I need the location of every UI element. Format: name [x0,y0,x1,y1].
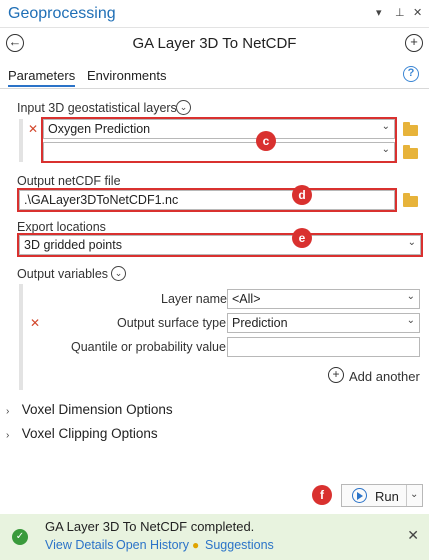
lightbulb-icon: ● [192,538,200,552]
pane-titlebar: Geoprocessing ▾ ⊥ ✕ [0,0,429,28]
dropdown-arrow-icon[interactable]: ⌄ [382,121,390,132]
expand-icon[interactable]: ⌄ [176,100,191,115]
input-layer-field-1[interactable]: Oxygen Prediction ⌄ [43,119,395,139]
status-bar: ✓ GA Layer 3D To NetCDF completed. View … [0,514,429,560]
help-icon[interactable]: ? [403,66,419,82]
plus-circle-icon[interactable]: + [328,367,344,383]
error-x-icon[interactable]: ✕ [28,122,38,136]
dropdown-arrow-icon[interactable]: ⌄ [407,315,415,326]
folder-icon[interactable] [403,193,418,207]
output-file-label: Output netCDF file [17,174,121,188]
input-layer-field-2[interactable]: ⌄ [43,142,395,162]
run-split-divider [406,485,407,506]
suggestions-link[interactable]: Suggestions [205,538,274,552]
callout-f: f [312,485,332,505]
quantile-input[interactable] [227,337,420,357]
status-message: GA Layer 3D To NetCDF completed. [45,519,255,534]
dropdown-arrow-icon[interactable]: ⌄ [408,237,416,248]
folder-icon[interactable] [403,122,418,136]
callout-c: c [256,131,276,151]
quantile-label: Quantile or probability value [71,340,226,354]
pane-close-icon[interactable]: ✕ [413,6,422,19]
surface-type-select[interactable]: Prediction ⌄ [227,313,420,333]
layer-name-select[interactable]: <All> ⌄ [227,289,420,309]
export-locations-select[interactable]: 3D gridded points ⌄ [19,235,421,255]
run-button[interactable]: Run ⌄ [341,484,423,507]
close-icon[interactable]: ✕ [407,527,419,544]
tab-strip: Parameters Environments ? [0,64,429,90]
play-icon [352,488,367,503]
run-label: Run [375,489,399,504]
export-locations-label: Export locations [17,220,106,234]
tab-environments[interactable]: Environments [87,68,166,83]
section-voxel-clipping-options[interactable]: › Voxel Clipping Options [6,426,158,441]
section-label: Voxel Clipping Options [21,426,158,441]
error-x-icon[interactable]: ✕ [30,316,40,330]
add-icon[interactable]: + [405,34,423,52]
dropdown-arrow-icon[interactable]: ⌄ [382,144,390,155]
output-file-input[interactable]: .\GALayer3DToNetCDF1.nc [19,190,395,210]
tool-title: GA Layer 3D To NetCDF [132,35,297,52]
dropdown-arrow-icon[interactable]: ⌄ [407,291,415,302]
tab-parameters[interactable]: Parameters [8,68,76,87]
output-variables-label: Output variables [17,267,109,281]
add-another-link[interactable]: Add another [349,369,420,384]
pin-icon[interactable]: ⊥ [395,6,405,19]
surface-type-label: Output surface type [117,316,227,330]
view-details-link[interactable]: View Details [45,538,114,552]
surface-type-value: Prediction [232,316,288,330]
tab-divider [0,88,429,89]
pane-title: Geoprocessing [8,5,116,22]
input-layers-label: Input 3D geostatistical layers [17,101,177,115]
chevron-right-icon: › [6,406,10,417]
callout-d: d [292,185,312,205]
section-label: Voxel Dimension Options [21,402,173,417]
input-layer-value-1: Oxygen Prediction [48,122,151,136]
output-file-value: .\GALayer3DToNetCDF1.nc [24,193,179,207]
chevron-right-icon: › [6,430,10,441]
run-options-arrow-icon[interactable]: ⌄ [410,489,418,500]
export-locations-value: 3D gridded points [24,238,122,252]
success-icon: ✓ [12,529,28,545]
expand-icon[interactable]: ⌄ [111,266,126,281]
group-bar [19,284,23,390]
group-bar [19,119,23,162]
layer-name-label: Layer name [161,292,228,306]
folder-icon[interactable] [403,145,418,159]
pane-menu-icon[interactable]: ▾ [376,6,382,19]
callout-e: e [292,228,312,248]
tool-header: ← GA Layer 3D To NetCDF + [0,28,429,58]
layer-name-value: <All> [232,292,261,306]
section-voxel-dimension-options[interactable]: › Voxel Dimension Options [6,402,173,417]
open-history-link[interactable]: Open History [116,538,189,552]
